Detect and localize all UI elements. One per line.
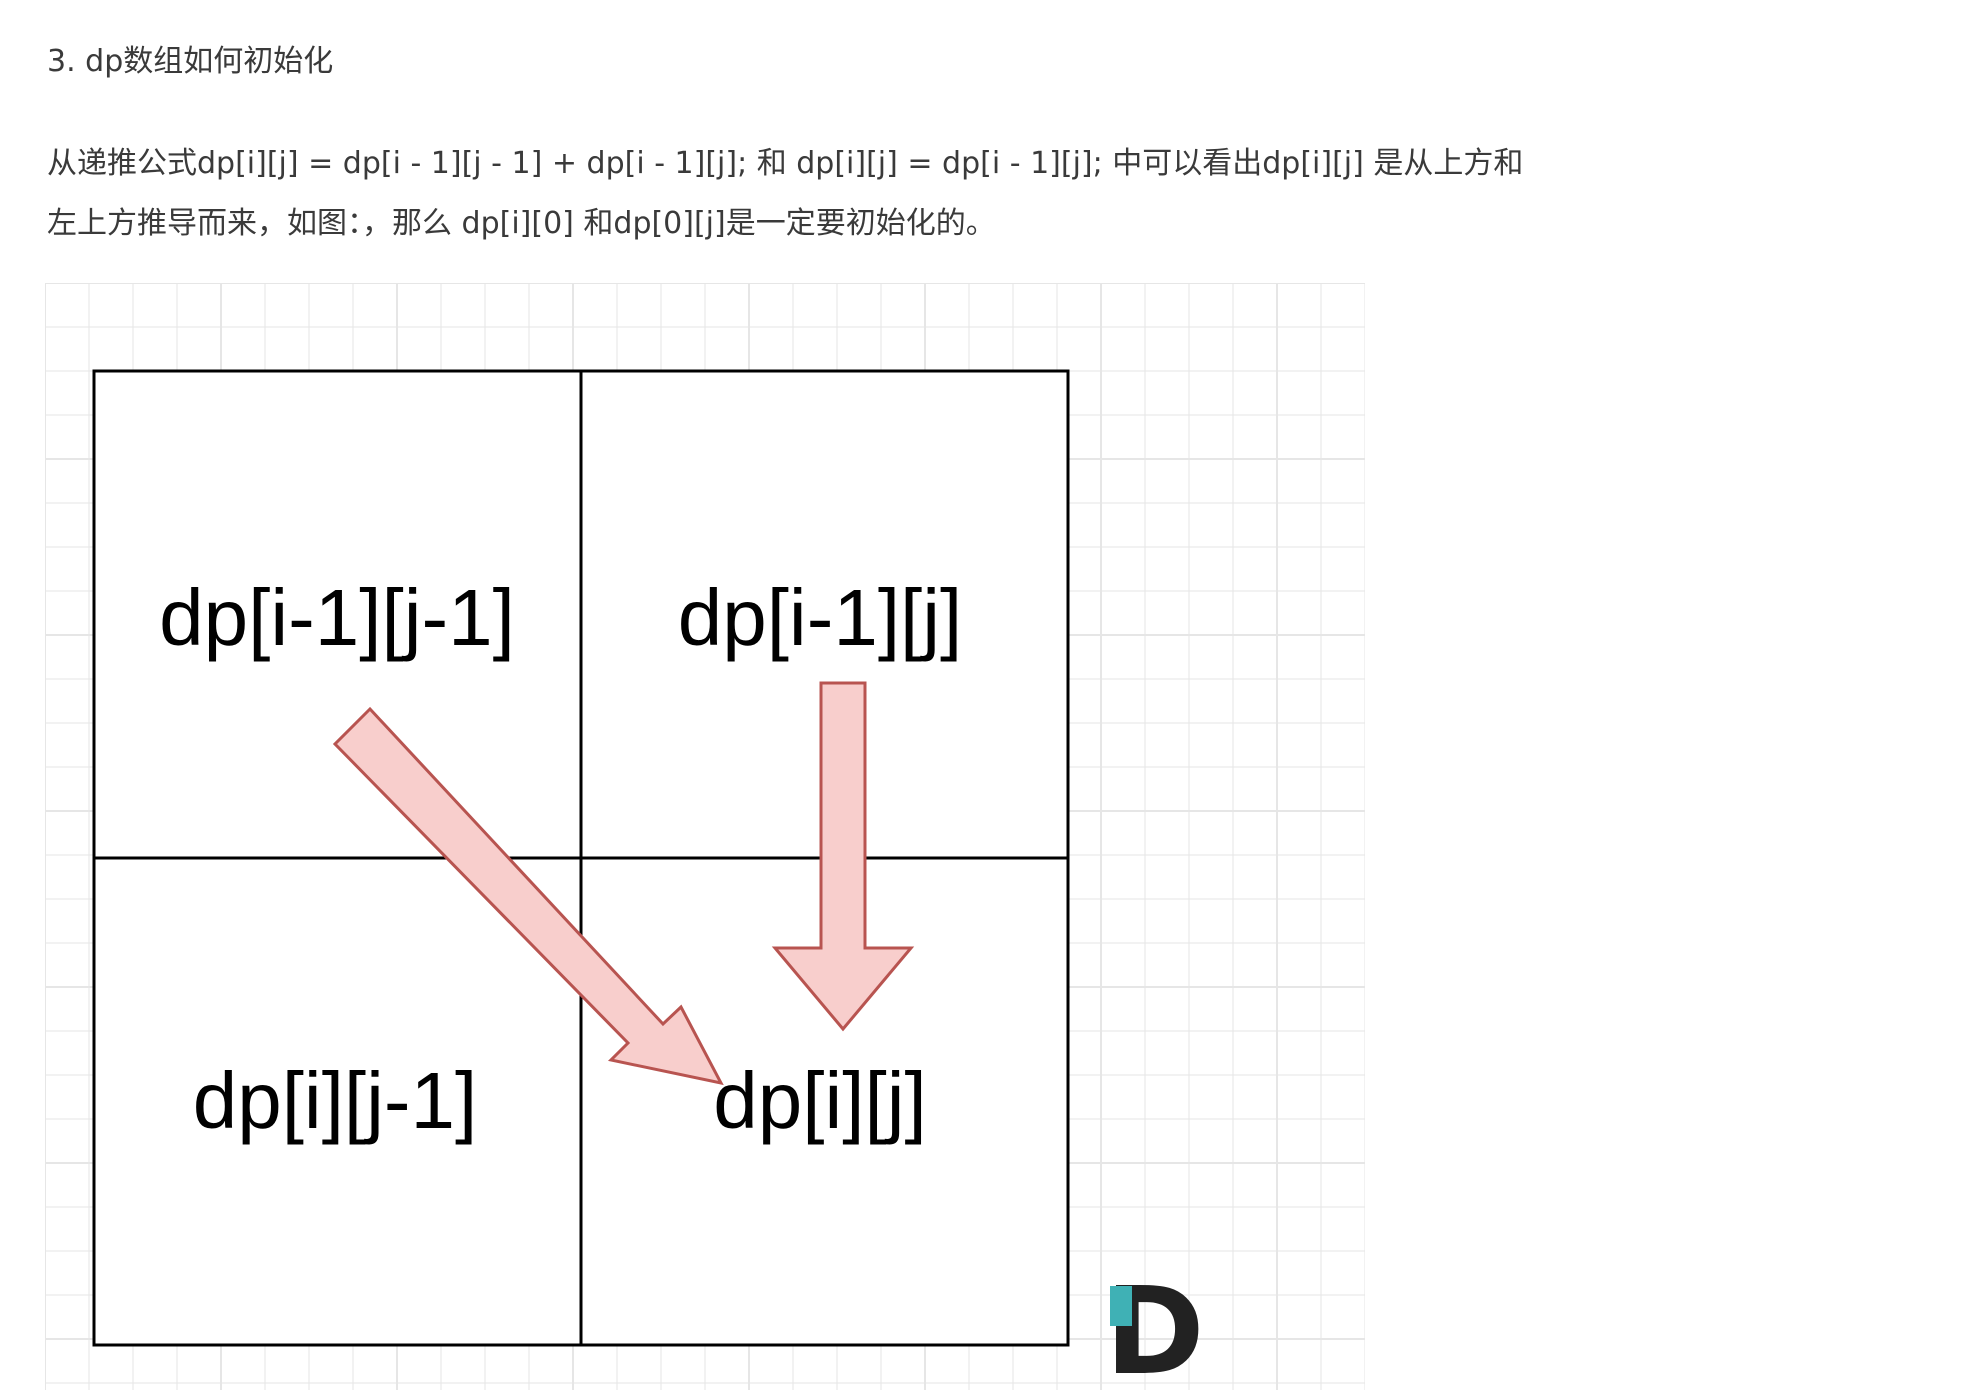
dp-table [92, 369, 1070, 1347]
dp-diagram-figure: dp[i-1][j-1] dp[i-1][j] dp[i][j-1] dp[i]… [45, 283, 1365, 1390]
dp-diagram: dp[i-1][j-1] dp[i-1][j] dp[i][j-1] dp[i]… [45, 283, 1365, 1390]
cell-top-right-label: dp[i-1][j] [678, 573, 963, 662]
cell-bottom-right-label: dp[i][j] [713, 1056, 926, 1145]
watermark-logo: D [1105, 1263, 1205, 1390]
logo-letter-icon: D [1105, 1263, 1205, 1390]
paragraph-line-1: 从递推公式dp[i][j] = dp[i - 1][j - 1] + dp[i … [47, 146, 1524, 181]
section-heading: 3. dp数组如何初始化 [47, 44, 334, 79]
logo-accent-icon [1110, 1286, 1132, 1326]
cell-top-left-label: dp[i-1][j-1] [159, 573, 515, 662]
cell-bottom-left-label: dp[i][j-1] [193, 1056, 478, 1145]
explanation-paragraph: 从递推公式dp[i][j] = dp[i - 1][j - 1] + dp[i … [47, 134, 1667, 254]
paragraph-line-2: 左上方推导而来，如图：，那么 dp[i][0] 和dp[0][j]是一定要初始化… [47, 206, 996, 241]
